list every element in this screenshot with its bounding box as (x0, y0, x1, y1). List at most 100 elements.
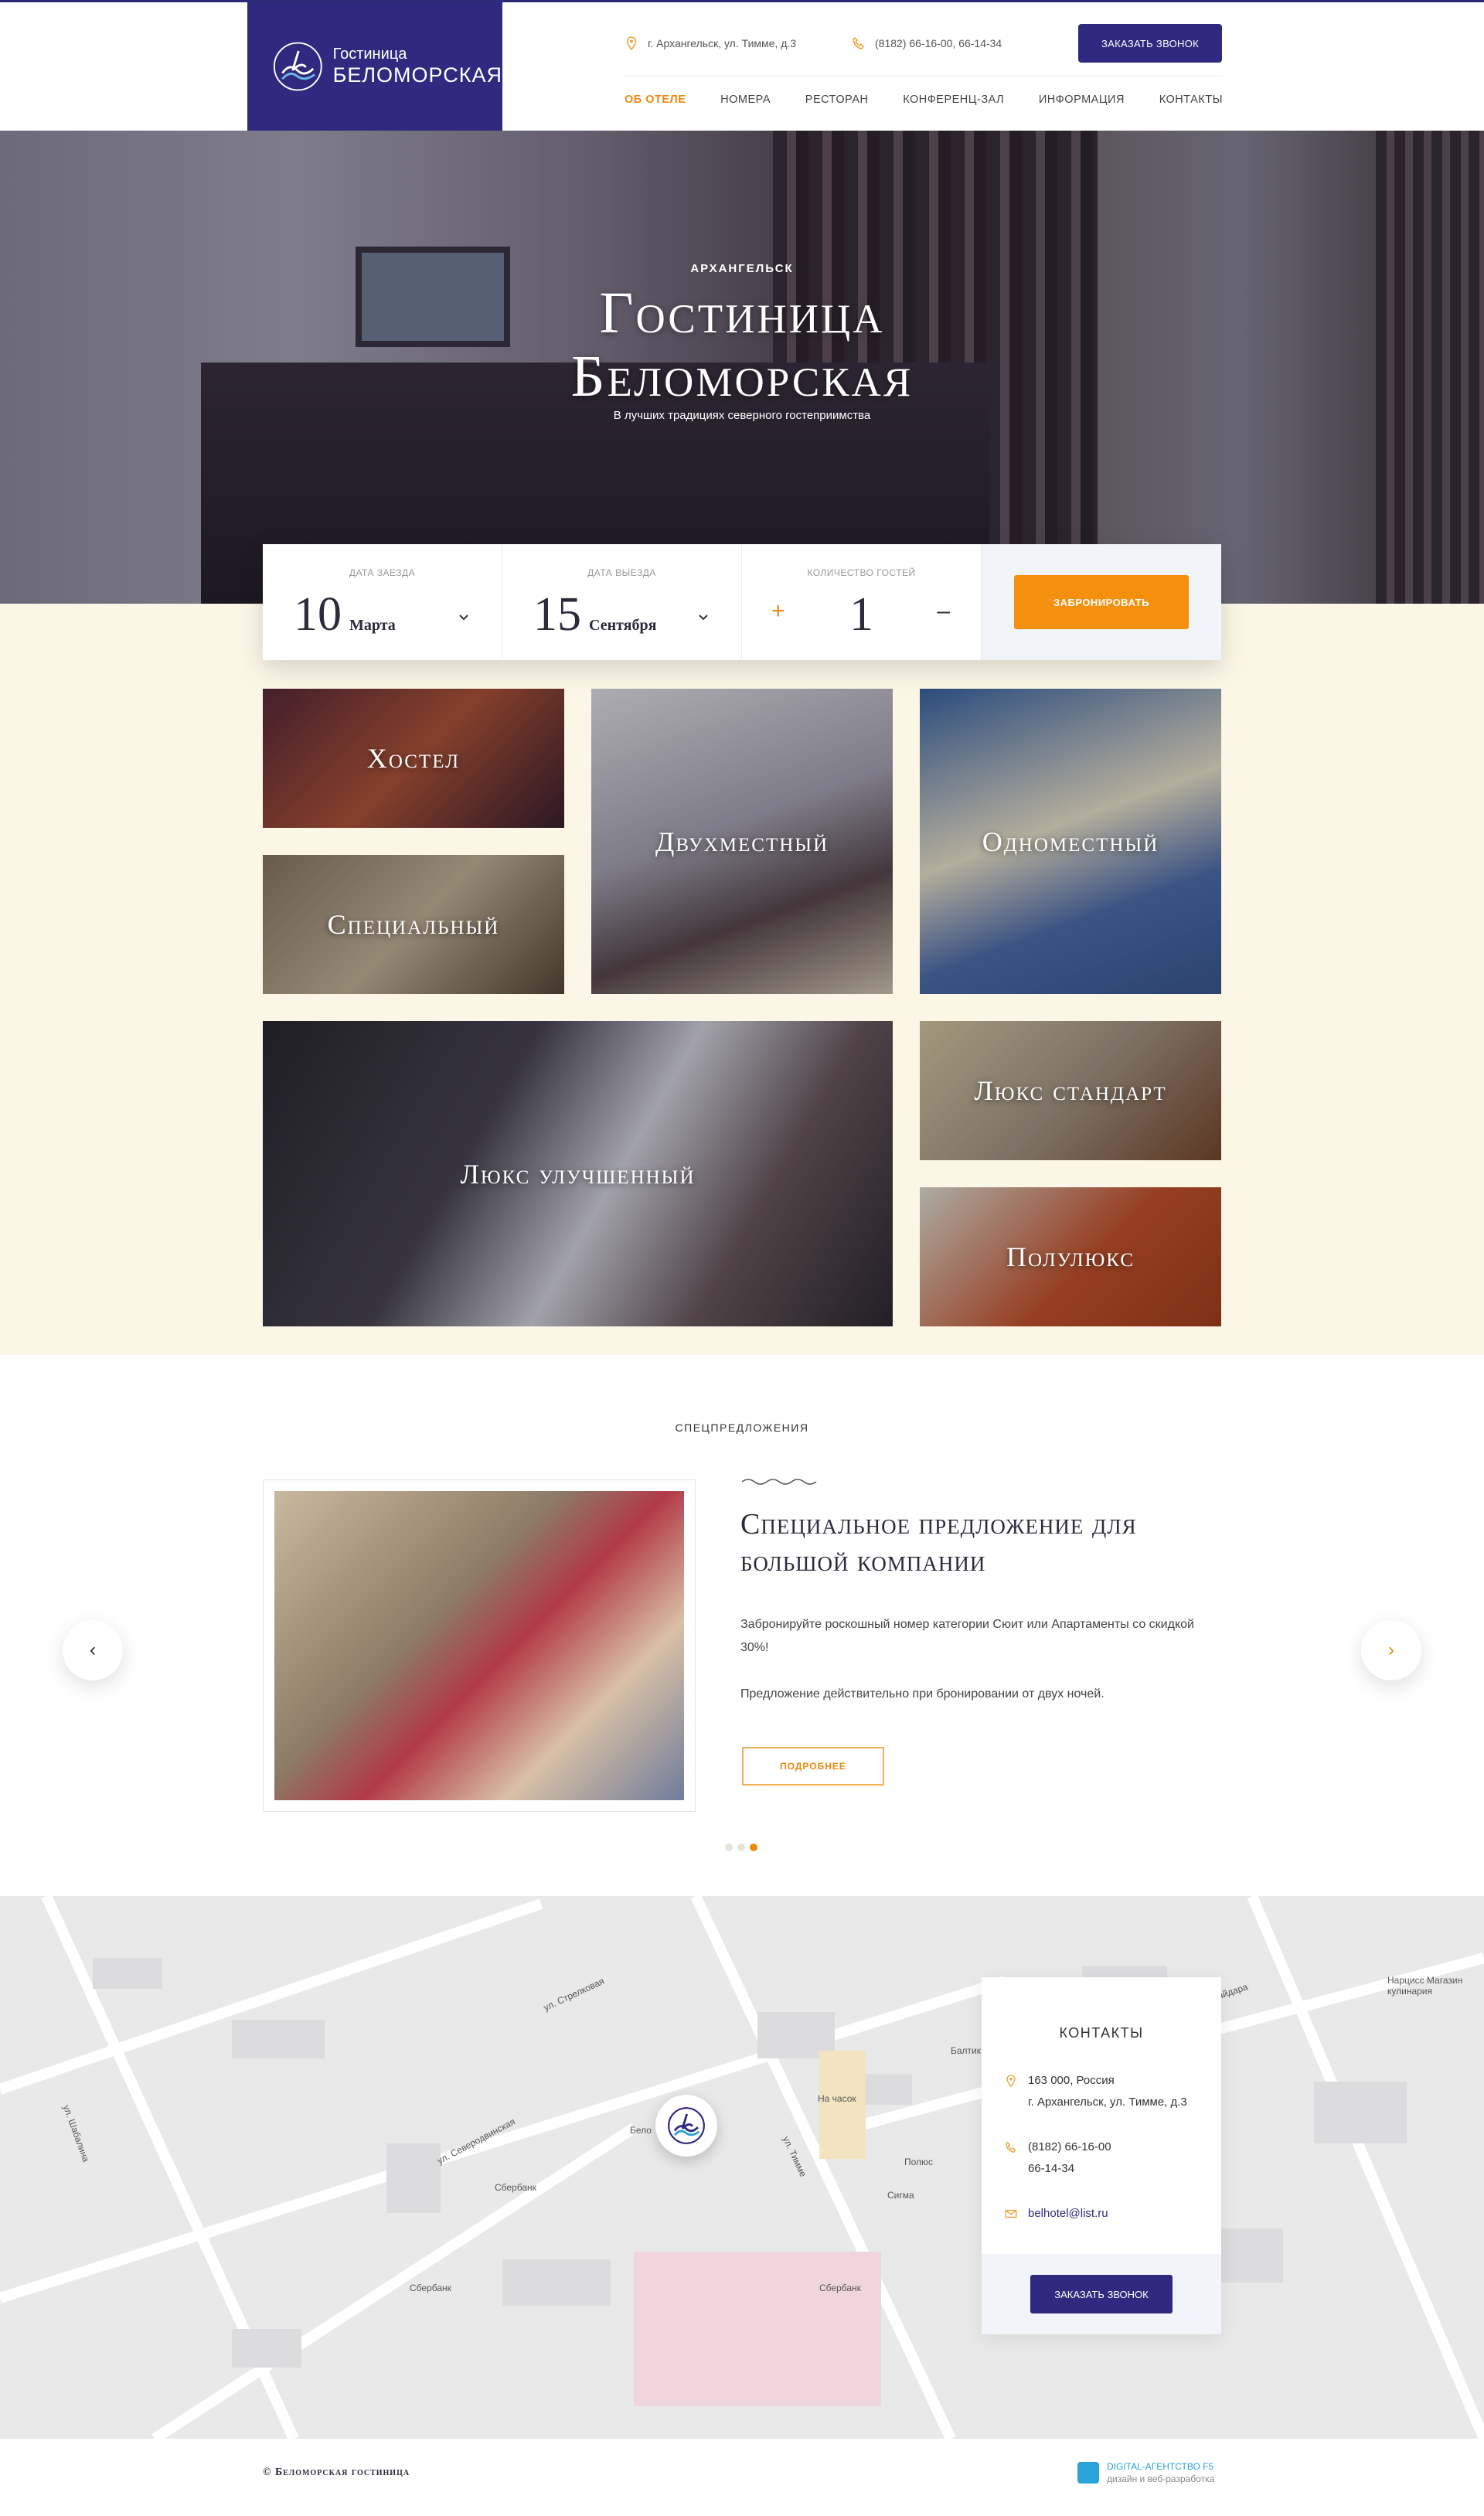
contacts-card: КОНТАКТЫ 163 000, Россия г. Архангельск, … (982, 1977, 1221, 2334)
offer-text-1: Забронируйте роскошный номер категории С… (740, 1618, 1194, 1654)
map-label: Сбербанк (410, 2283, 451, 2293)
carousel-dot[interactable] (725, 1844, 733, 1851)
carousel-prev-button[interactable]: ‹ (63, 1620, 123, 1680)
mail-icon (1005, 2209, 1017, 2218)
developer-credit[interactable]: DIGITAL-АГЕНТСТВО F5 дизайн и веб-разраб… (1077, 2460, 1214, 2485)
map-label: На часок (818, 2093, 856, 2104)
main-nav: ОБ ОТЕЛЕ НОМЕРА РЕСТОРАН КОНФЕРЕНЦ-ЗАЛ И… (625, 94, 1223, 106)
order-call-button[interactable]: ЗАКАЗАТЬ ЗВОНОК (1078, 24, 1222, 63)
header-phone[interactable]: (8182) 66-16-00, 66-14-34 (852, 36, 1002, 50)
offer-text-2: Предложение действительно при бронирован… (740, 1687, 1104, 1701)
hero-banner: АРХАНГЕЛЬСК Гостиница Беломорская В лучш… (0, 131, 1484, 604)
offer-more-button[interactable]: ПОДРОБНЕЕ (742, 1747, 884, 1786)
checkout-label: ДАТА ВЫЕЗДА (587, 567, 656, 578)
map-label: Сигма (887, 2190, 914, 2201)
agency-logo-icon (1077, 2462, 1099, 2484)
guests-minus-button[interactable]: – (937, 598, 950, 625)
contacts-title: КОНТАКТЫ (1059, 2025, 1144, 2041)
nav-restaurant[interactable]: РЕСТОРАН (805, 94, 869, 106)
guests-field: КОЛИЧЕСТВО ГОСТЕЙ + 1 – (742, 544, 982, 660)
guests-label: КОЛИЧЕСТВО ГОСТЕЙ (807, 567, 916, 578)
booking-form: ДАТА ЗАЕЗДА 10 Марта ДАТА ВЫЕЗДА 15 Сент… (263, 544, 1221, 660)
header-phone-text: (8182) 66-16-00, 66-14-34 (875, 37, 1002, 49)
offers-section-label: СПЕЦПРЕДЛОЖЕНИЯ (675, 1421, 809, 1434)
booking-action: ЗАБРОНИРОВАТЬ (982, 544, 1221, 660)
contacts-address-line2: г. Архангельск, ул. Тимме, д.3 (1028, 2096, 1187, 2109)
contacts-phone-line2: 66-14-34 (1028, 2162, 1075, 2175)
location-pin-icon (1006, 2075, 1016, 2087)
offer-photo (274, 1491, 684, 1800)
room-card-hostel[interactable]: Хостел (263, 689, 564, 828)
contacts-phone-line1: (8182) 66-16-00 (1028, 2140, 1111, 2153)
map-streets (0, 1896, 1484, 2439)
nav-info[interactable]: ИНФОРМАЦИЯ (1039, 94, 1125, 106)
checkout-date: 15 Сентября (533, 587, 656, 642)
room-card-semi-lux[interactable]: Полулюкс (920, 1187, 1221, 1326)
nav-about[interactable]: ОБ ОТЕЛЕ (625, 94, 686, 106)
chevron-right-icon: › (1388, 1639, 1394, 1660)
map-label: Бело (630, 2125, 652, 2136)
room-card-lux-improved[interactable]: Люкс улучшенный (263, 1021, 893, 1326)
room-title: Люкс стандарт (974, 1075, 1167, 1106)
contacts-phone[interactable]: (8182) 66-16-00 66-14-34 (1005, 2136, 1111, 2180)
phone-icon (853, 36, 864, 49)
logo-text: Гостиница БЕЛОМОРСКАЯ (333, 46, 502, 87)
contacts-email-link[interactable]: belhotel@list.ru (1028, 2203, 1108, 2225)
hotel-logo[interactable]: Гостиница БЕЛОМОРСКАЯ (247, 2, 502, 131)
carousel-next-button[interactable]: › (1361, 1620, 1421, 1680)
map-label: Сбербанк (495, 2182, 536, 2193)
wave-logo-icon (668, 2107, 705, 2144)
map-label: Балтик (951, 2045, 981, 2056)
carousel-dot[interactable] (737, 1844, 745, 1851)
developer-name: DIGITAL-АГЕНТСТВО F5 (1107, 2461, 1214, 2472)
room-card-lux-standard[interactable]: Люкс стандарт (920, 1021, 1221, 1160)
room-title: Хостел (366, 743, 461, 774)
hero-city: АРХАНГЕЛЬСК (690, 262, 794, 275)
wave-logo-icon (273, 42, 322, 91)
checkin-label: ДАТА ЗАЕЗДА (349, 567, 416, 578)
room-title: Полулюкс (1006, 1241, 1135, 1272)
checkin-day: 10 (294, 588, 342, 641)
site-header: Гостиница БЕЛОМОРСКАЯ г. Архангельск, ул… (0, 2, 1484, 131)
room-card-double[interactable]: Двухместный (591, 689, 893, 994)
nav-rooms[interactable]: НОМЕРА (720, 94, 771, 106)
checkout-day: 15 (533, 588, 581, 641)
hero-title-line2: Беломорская (570, 344, 914, 409)
room-title: Одноместный (982, 826, 1159, 857)
book-button[interactable]: ЗАБРОНИРОВАТЬ (1014, 575, 1189, 629)
checkout-month: Сентября (589, 617, 657, 634)
carousel-dot-active[interactable] (750, 1844, 757, 1851)
chevron-down-icon[interactable] (458, 612, 469, 623)
room-card-single[interactable]: Одноместный (920, 689, 1221, 994)
contacts-address-line1: 163 000, Россия (1028, 2074, 1115, 2087)
order-call-button[interactable]: ЗАКАЗАТЬ ЗВОНОК (1030, 2275, 1173, 2313)
checkin-field[interactable]: ДАТА ЗАЕЗДА 10 Марта (263, 544, 502, 660)
rooms-section: Хостел Двухместный Одноместный Специальн… (0, 604, 1484, 1355)
logo-big-text: БЕЛОМОРСКАЯ (332, 63, 502, 87)
map-label: Нарцисс Магазин кулинария (1387, 1975, 1463, 1997)
checkin-date: 10 Марта (294, 587, 396, 642)
header-divider (625, 76, 1223, 77)
checkout-field[interactable]: ДАТА ВЫЕЗДА 15 Сентября (502, 544, 742, 660)
location-pin-icon (626, 36, 637, 50)
room-title: Люкс улучшенный (460, 1158, 696, 1190)
map-label: Сбербанк (819, 2283, 861, 2293)
room-title: Специальный (327, 909, 500, 940)
nav-contacts[interactable]: КОНТАКТЫ (1159, 94, 1223, 106)
room-card-special[interactable]: Специальный (263, 855, 564, 994)
contacts-email[interactable]: belhotel@list.ru (1005, 2203, 1108, 2225)
developer-sub: дизайн и веб-разработка (1107, 2473, 1215, 2484)
chevron-down-icon[interactable] (698, 612, 709, 623)
hero-title: Гостиница Беломорская (0, 281, 1484, 408)
checkin-month: Марта (349, 617, 396, 634)
carousel-dots (725, 1844, 757, 1851)
location-map[interactable]: Сбербанк Сбербанк Сбербанк На часок Полю… (0, 1896, 1484, 2439)
chevron-left-icon: ‹ (90, 1639, 96, 1660)
contacts-action: ЗАКАЗАТЬ ЗВОНОК (982, 2254, 1221, 2334)
hotel-map-marker[interactable] (655, 2095, 717, 2157)
logo-small-text: Гостиница (332, 45, 407, 63)
nav-conference[interactable]: КОНФЕРЕНЦ-ЗАЛ (903, 94, 1004, 106)
room-title: Двухместный (655, 826, 829, 857)
hero-title-line1: Гостиница (599, 281, 885, 346)
contacts-address: 163 000, Россия г. Архангельск, ул. Тимме… (1005, 2070, 1187, 2113)
